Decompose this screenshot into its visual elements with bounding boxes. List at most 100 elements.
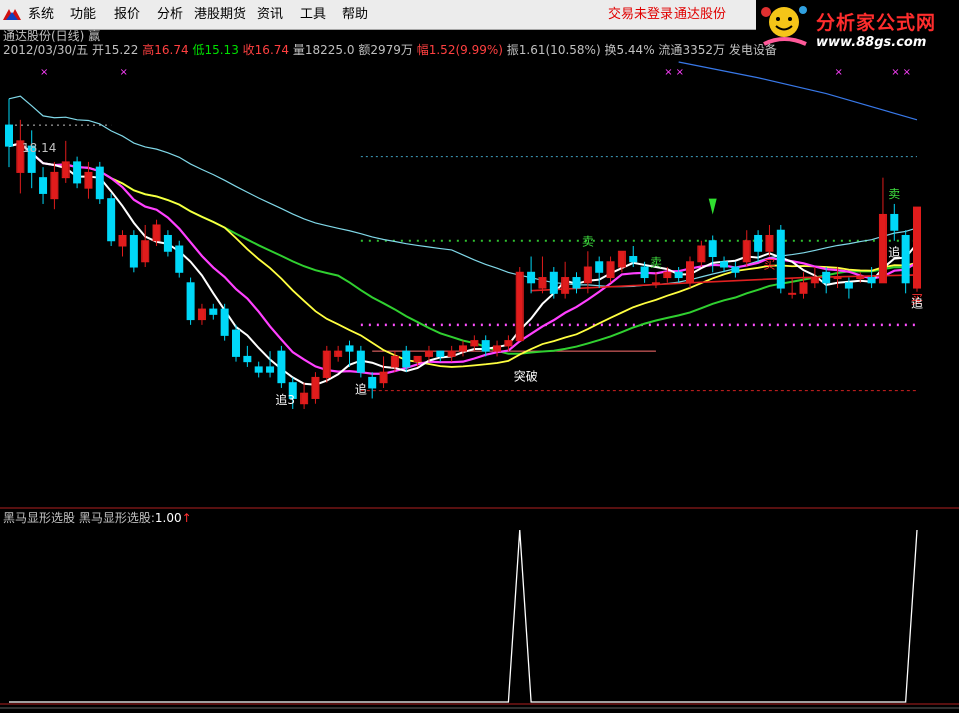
- candle-down: [572, 277, 581, 289]
- top-x-marker: ×: [676, 67, 684, 78]
- candle-up-body: [516, 272, 523, 341]
- candle-down: [129, 234, 138, 268]
- indicator-line: [9, 529, 918, 703]
- candle-up-body: [505, 340, 512, 346]
- candle-up-body: [153, 224, 160, 241]
- green-arrow-icon: [708, 198, 717, 215]
- candle-down: [368, 376, 377, 389]
- candle-down: [527, 271, 536, 284]
- candle-down: [595, 261, 604, 273]
- up-arrow-icon: ↑: [181, 511, 192, 525]
- top-x-marker: ×: [903, 67, 911, 78]
- sell-signal: 卖: [582, 234, 594, 248]
- candle-down: [720, 261, 729, 268]
- candle-up-body: [391, 356, 398, 367]
- chase-signal: 追: [355, 381, 367, 396]
- candle-down: [674, 271, 683, 279]
- candle-down: [822, 271, 831, 284]
- candle-up-body: [879, 214, 886, 283]
- top-left-price-label: 18.14: [22, 141, 56, 155]
- candle-up-body: [834, 277, 841, 279]
- candle-down: [209, 308, 218, 315]
- candle-down: [220, 308, 229, 336]
- candle-up-body: [857, 277, 864, 279]
- candle-down: [73, 161, 82, 184]
- candle-up-body: [811, 277, 818, 283]
- indicator-value: 1.00: [154, 511, 182, 525]
- candle-up-body: [198, 309, 205, 320]
- candle-down: [243, 355, 252, 363]
- candle-up-body: [460, 345, 466, 352]
- candle-down: [640, 266, 649, 279]
- candle-down: [163, 234, 172, 252]
- candle-down: [629, 256, 638, 263]
- chase-signal: 追: [911, 296, 923, 311]
- candle-down: [867, 277, 876, 284]
- breakout-signal: 突破: [514, 369, 538, 384]
- candle-down: [232, 329, 240, 357]
- candle-up-body: [539, 277, 546, 289]
- chase-signal: 追: [888, 245, 900, 260]
- indicator-title: 黑马显形选股 黑马显形选股:1.00↑: [3, 511, 192, 525]
- top-x-marker: ×: [120, 67, 128, 78]
- candle-down: [844, 282, 853, 289]
- candle-down: [254, 366, 263, 373]
- candle-up-body: [664, 272, 671, 278]
- candle-down: [901, 234, 910, 284]
- candle-down: [754, 234, 763, 252]
- ma-blue-line: [678, 61, 918, 121]
- candle-down: [776, 229, 785, 289]
- candle-down: [175, 245, 184, 273]
- candle-up-body: [652, 282, 659, 284]
- candle-up-body: [800, 282, 807, 294]
- candle-up-body: [323, 351, 330, 378]
- candle-down: [107, 198, 116, 242]
- candle-up-body: [62, 161, 69, 178]
- candle-down: [345, 345, 354, 352]
- candle-up-body: [607, 261, 614, 278]
- candle-down: [356, 350, 365, 373]
- candle-up-body: [142, 240, 149, 262]
- indicator-label: 黑马显形选股:: [78, 511, 155, 525]
- candle-up-body: [448, 351, 455, 357]
- chart-frame: [0, 507, 959, 709]
- candle-down: [436, 350, 445, 357]
- candle-down: [402, 350, 411, 368]
- candle-down: [731, 266, 740, 273]
- indicator-name[interactable]: 黑马显形选股: [3, 511, 75, 525]
- top-x-marker: ×: [664, 67, 672, 78]
- candle-up-body: [335, 351, 342, 357]
- candle-up-body: [301, 393, 308, 404]
- candle-up-body: [698, 246, 705, 262]
- candle-down: [266, 366, 275, 373]
- candle-down: [890, 213, 899, 231]
- chase3-signal: 追3: [275, 392, 295, 407]
- candle-down: [277, 350, 286, 384]
- candle-up-body: [743, 240, 750, 262]
- candle-up-body: [914, 207, 920, 289]
- candle-up-body: [494, 345, 501, 352]
- top-x-marker: ×: [891, 67, 899, 78]
- candle-up-body: [312, 377, 319, 399]
- kline-chart[interactable]: × × × × × × × 追3追突破卖卖 买追卖买追 18.14: [0, 0, 959, 713]
- candle-down: [549, 271, 558, 294]
- candle-down: [708, 240, 717, 258]
- top-markers: × × × × × × ×: [40, 67, 911, 78]
- moving-averages: [8, 61, 918, 386]
- candle-up-body: [562, 277, 569, 294]
- candle-up-body: [414, 356, 421, 362]
- top-x-marker: ×: [40, 67, 48, 78]
- candle-up-body: [51, 172, 58, 199]
- candle-down: [5, 124, 13, 147]
- candle-up-body: [425, 351, 432, 357]
- buy-signal: 买: [763, 258, 775, 272]
- candle-down: [95, 166, 104, 200]
- candle-up-body: [618, 251, 625, 268]
- sell-signal: 卖: [650, 255, 662, 269]
- candle-up-body: [119, 235, 126, 246]
- candle-up-body: [766, 235, 773, 252]
- top-x-marker: ×: [835, 67, 843, 78]
- candle-down: [39, 177, 48, 194]
- candle-up-body: [687, 261, 693, 283]
- candle-up-body: [471, 340, 478, 346]
